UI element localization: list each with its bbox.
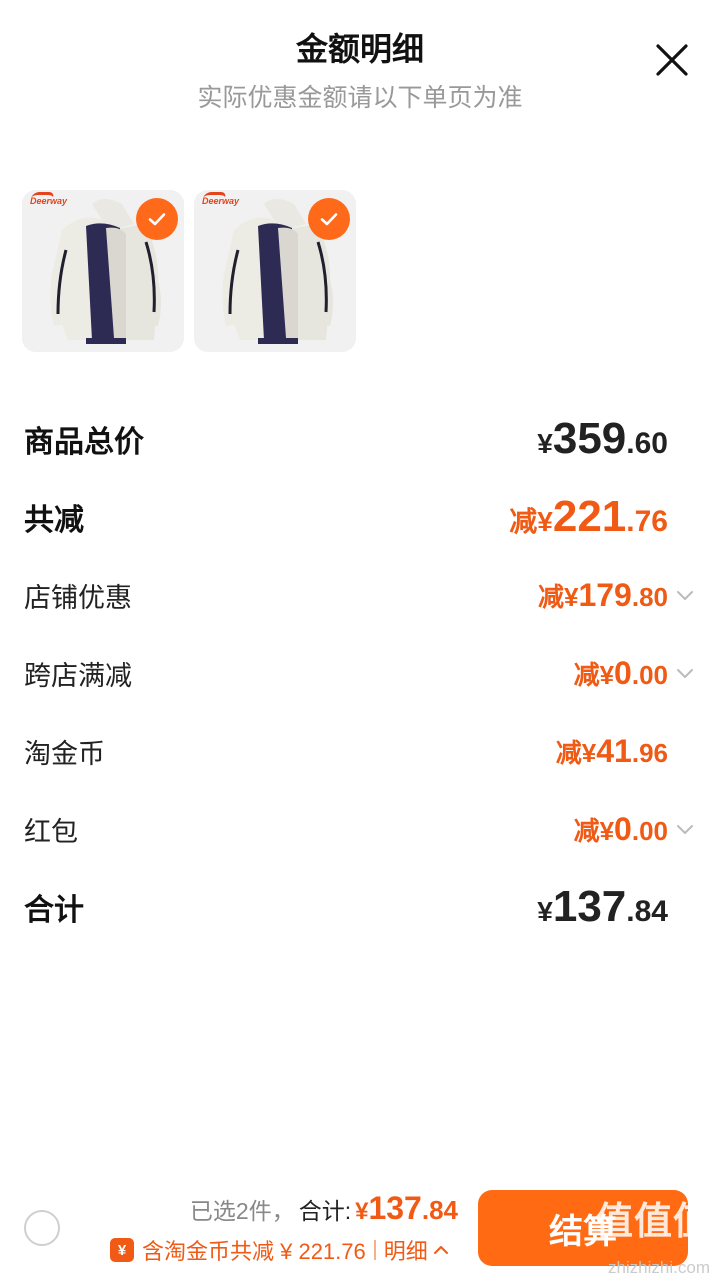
taojinbi-amount: 减¥ 41 .96: [556, 733, 668, 770]
sheet-header: 金额明细 实际优惠金额请以下单页为准: [0, 0, 720, 130]
sum-amount: ¥ 137 .84: [537, 882, 668, 932]
row-shop-discount[interactable]: 店铺优惠 减¥ 179 .80: [24, 556, 696, 634]
bottom-total-line: 已选2件， 合计: ¥ 137 .84: [190, 1190, 458, 1227]
check-icon: [320, 213, 338, 226]
chevron-down-icon[interactable]: [674, 584, 696, 606]
row-label: 红包: [24, 816, 78, 847]
product-thumbnails: Deerway Deerway: [22, 190, 356, 352]
chevron-up-icon: [433, 1246, 448, 1254]
amount-integer: 137: [368, 1190, 422, 1226]
row-taojinbi: 淘金币 减¥ 41 .96: [24, 712, 696, 790]
row-sum: 合计 ¥ 137 .84: [24, 868, 696, 946]
currency-prefix: ¥: [537, 896, 553, 927]
amount-integer: 137: [552, 882, 627, 931]
savings-text: 含淘金币共减 ¥ 221.76: [142, 1239, 366, 1264]
price-breakdown: 商品总价 ¥ 359 .60 共减 减¥ 221 .76 店铺优惠 减¥ 179…: [24, 400, 696, 946]
amount-integer: 0: [614, 810, 632, 847]
detail-toggle[interactable]: 明细: [384, 1234, 450, 1266]
check-icon: [148, 213, 166, 226]
cross-store-amount: 减¥ 0 .00: [574, 655, 696, 692]
brand-logo-text: Deerway: [30, 196, 68, 206]
site-watermark: 值值值: [594, 1201, 712, 1243]
amount-detail-sheet: 金额明细 实际优惠金额请以下单页为准 Deerway Deerway 商品总价 …: [0, 0, 720, 1287]
bottom-total-amount: ¥ 137 .84: [355, 1190, 458, 1227]
row-label: 淘金币: [24, 738, 105, 769]
total-price-amount: ¥ 359 .60: [537, 414, 668, 464]
sheet-subtitle: 实际优惠金额请以下单页为准: [197, 84, 523, 112]
amount-decimal: .96: [631, 737, 668, 768]
amount-integer: 41: [596, 732, 632, 769]
amount-decimal: .84: [626, 895, 668, 928]
sheet-title: 金额明细: [295, 31, 424, 67]
row-label: 商品总价: [24, 426, 144, 459]
currency-prefix: ¥: [537, 428, 553, 459]
total-reduce-amount: 减¥ 221 .76: [509, 492, 668, 542]
chevron-down-icon[interactable]: [674, 818, 696, 840]
amount-integer: 359: [552, 414, 627, 463]
site-watermark-url: zhizhizhi.com: [607, 1258, 710, 1277]
amount-decimal: .76: [626, 505, 668, 538]
amount-integer: 221: [552, 492, 627, 541]
row-red-packet[interactable]: 红包 减¥ 0 .00: [24, 790, 696, 868]
brand-logo-text: Deerway: [202, 196, 240, 206]
row-total-reduce: 共减 减¥ 221 .76: [24, 478, 696, 556]
currency-prefix: ¥: [355, 1198, 369, 1225]
amount-decimal: .00: [631, 815, 668, 846]
selected-check[interactable]: [308, 198, 350, 240]
currency-prefix: 减¥: [509, 506, 553, 537]
shop-discount-amount: 减¥ 179 .80: [538, 577, 696, 614]
row-label: 店铺优惠: [24, 582, 132, 613]
detail-label: 明细: [383, 1239, 428, 1264]
chevron-down-icon[interactable]: [674, 662, 696, 684]
currency-prefix: 减¥: [555, 737, 597, 768]
close-icon: [656, 44, 688, 76]
selected-count: 已选2件，: [189, 1198, 295, 1224]
amount-decimal: .80: [631, 581, 668, 612]
amount-decimal: .00: [631, 659, 668, 690]
selected-check[interactable]: [136, 198, 178, 240]
amount-integer: 0: [614, 654, 632, 691]
currency-prefix: 减¥: [573, 659, 615, 690]
divider: [373, 1240, 376, 1260]
savings-line: ¥ 含淘金币共减 ¥ 221.76 明细: [110, 1234, 450, 1266]
select-all-radio[interactable]: [24, 1210, 60, 1246]
amount-decimal: .84: [421, 1195, 458, 1225]
currency-prefix: 减¥: [537, 581, 579, 612]
product-thumbnail[interactable]: Deerway: [22, 190, 184, 352]
row-cross-store[interactable]: 跨店满减 减¥ 0 .00: [24, 634, 696, 712]
amount-decimal: .60: [626, 427, 668, 460]
close-button[interactable]: [650, 38, 694, 82]
coin-icon: ¥: [110, 1238, 134, 1262]
row-label: 合计: [24, 894, 84, 927]
row-label: 共减: [24, 504, 84, 537]
currency-prefix: 减¥: [573, 815, 615, 846]
row-label: 跨店满减: [24, 660, 132, 691]
red-packet-amount: 减¥ 0 .00: [574, 811, 696, 848]
amount-integer: 179: [578, 576, 632, 613]
product-thumbnail[interactable]: Deerway: [194, 190, 356, 352]
row-total-price: 商品总价 ¥ 359 .60: [24, 400, 696, 478]
total-label: 合计:: [298, 1198, 352, 1224]
